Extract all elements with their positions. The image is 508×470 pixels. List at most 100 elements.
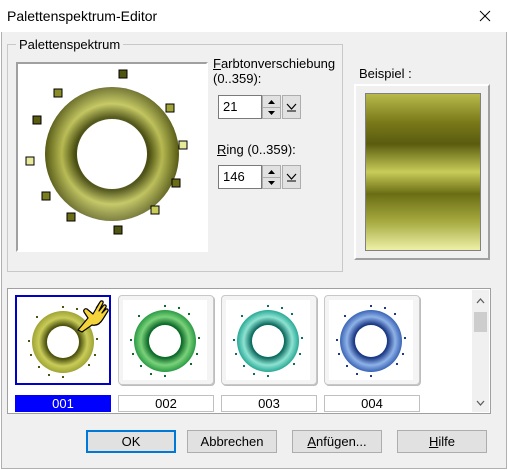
example-gradient bbox=[365, 93, 481, 251]
ring-handle-dot bbox=[267, 305, 269, 307]
dialog-client: Palettenspektrum Farbtonverschiebung (0.… bbox=[1, 32, 507, 469]
arrow-up-icon bbox=[268, 99, 275, 104]
help-mnemonic: H bbox=[428, 434, 439, 449]
ring-handle-dot bbox=[138, 315, 140, 317]
scroll-up-button[interactable] bbox=[472, 292, 489, 309]
help-button[interactable]: Hilfe bbox=[397, 430, 487, 453]
ring-handle-dot bbox=[130, 339, 132, 341]
palette-thumb[interactable] bbox=[324, 295, 420, 385]
title-bar: Palettenspektrum-Editor bbox=[0, 0, 508, 32]
palette-label[interactable]: 004 bbox=[324, 395, 420, 412]
ring-handle-dot bbox=[164, 305, 166, 307]
ring-handle-dot bbox=[235, 353, 237, 355]
ring-handle-dot bbox=[293, 363, 295, 365]
ring-handle-dot bbox=[396, 363, 398, 365]
append-button[interactable]: Anfügen... bbox=[292, 430, 382, 453]
ring-updown[interactable] bbox=[262, 165, 281, 189]
chevron-down-icon bbox=[476, 400, 485, 406]
ring-handle-dot bbox=[188, 313, 190, 315]
append-label-rest: nfügen... bbox=[316, 434, 367, 449]
ring-handle-dot bbox=[336, 339, 338, 341]
palette-scrollbar[interactable] bbox=[472, 290, 489, 412]
ring-handle-dot bbox=[301, 337, 303, 339]
palette-thumb[interactable] bbox=[221, 295, 317, 385]
ring-handle-dot bbox=[338, 353, 340, 355]
ring-down-button[interactable] bbox=[263, 177, 280, 188]
ring-mnemonic: R bbox=[217, 142, 227, 157]
palette-ring-image bbox=[226, 300, 310, 380]
palette-ring-image bbox=[329, 300, 413, 380]
ring-handle-dot bbox=[196, 353, 198, 355]
hue-shift-updown[interactable] bbox=[262, 95, 281, 119]
ring-handle-dot bbox=[94, 354, 96, 356]
pointing-hand-icon bbox=[74, 294, 114, 337]
ring-handle-dot bbox=[62, 376, 64, 378]
ring-handle-dot bbox=[140, 365, 142, 367]
ring-handle-dot bbox=[241, 315, 243, 317]
close-icon bbox=[479, 10, 491, 22]
chevron-down-icon bbox=[286, 173, 297, 181]
ring-dropdown-button[interactable] bbox=[282, 165, 301, 189]
ring-handle-dot bbox=[88, 364, 90, 366]
palette-ring-image bbox=[123, 300, 207, 380]
ring-handle-dot bbox=[96, 338, 98, 340]
ring-handle-dot bbox=[344, 315, 346, 317]
hue-shift-range: (0..359): bbox=[213, 71, 262, 86]
color-ring-preview bbox=[25, 69, 188, 235]
cancel-button[interactable]: Abbrechen bbox=[187, 430, 277, 453]
ring-input[interactable]: 146 bbox=[218, 165, 262, 189]
hue-shift-down-button[interactable] bbox=[263, 107, 280, 118]
ring-handle-dot bbox=[394, 313, 396, 315]
ring-handle-dot bbox=[370, 375, 372, 377]
hue-shift-label-rest: arbtonverschiebung bbox=[220, 56, 336, 71]
chevron-down-icon bbox=[286, 103, 297, 111]
arrow-down-icon bbox=[268, 110, 275, 115]
ring-handle-dot bbox=[346, 365, 348, 367]
hue-shift-input[interactable]: 21 bbox=[218, 95, 262, 119]
ok-button[interactable]: OK bbox=[86, 430, 176, 453]
palette-thumb[interactable] bbox=[118, 295, 214, 385]
ring-handle-dot bbox=[62, 306, 64, 308]
hue-shift-spinner[interactable]: 21 bbox=[218, 95, 304, 119]
close-button[interactable] bbox=[462, 0, 508, 32]
spectrum-groupbox: Palettenspektrum Farbtonverschiebung (0.… bbox=[7, 37, 343, 272]
ring-handle-dot bbox=[253, 373, 255, 375]
append-mnemonic: A bbox=[307, 434, 317, 449]
scroll-thumb[interactable] bbox=[474, 312, 487, 332]
scroll-down-button[interactable] bbox=[472, 394, 489, 411]
ring-handle-dot bbox=[291, 313, 293, 315]
ring-handle-dot bbox=[370, 305, 372, 307]
window-title: Palettenspektrum-Editor bbox=[7, 8, 158, 24]
ring-handle-dot bbox=[28, 340, 30, 342]
hue-shift-mnemonic: F bbox=[213, 56, 221, 71]
ring-handle-dot bbox=[178, 307, 180, 309]
hue-shift-dropdown-button[interactable] bbox=[282, 95, 301, 119]
ring-spinner[interactable]: 146 bbox=[218, 165, 304, 189]
ring-handle-dot bbox=[30, 354, 32, 356]
spectrum-preview[interactable] bbox=[16, 62, 208, 252]
palette-label[interactable]: 001 bbox=[15, 395, 111, 412]
ring-handle-dot bbox=[356, 373, 358, 375]
ring-handle-dot bbox=[267, 375, 269, 377]
ring-handle-dot bbox=[36, 316, 38, 318]
palette-label[interactable]: 003 bbox=[221, 395, 317, 412]
chevron-up-icon bbox=[476, 297, 485, 303]
ring-handle-dot bbox=[299, 353, 301, 355]
example-label: Beispiel : bbox=[359, 66, 412, 81]
hue-shift-label: Farbtonverschiebung (0..359): bbox=[213, 56, 335, 86]
arrow-down-icon bbox=[268, 180, 275, 185]
ring-handle-dot bbox=[190, 363, 192, 365]
ring-handle-dot bbox=[48, 374, 50, 376]
ring-handle-dot bbox=[402, 353, 404, 355]
ring-handle-dot bbox=[281, 307, 283, 309]
ring-handle-dot bbox=[384, 307, 386, 309]
ring-handle-dot bbox=[404, 337, 406, 339]
ring-label: Ring (0..359): bbox=[217, 142, 296, 157]
group-title: Palettenspektrum bbox=[16, 37, 124, 52]
arrow-up-icon bbox=[268, 169, 275, 174]
ring-handle-dot bbox=[233, 339, 235, 341]
ring-label-rest: ing (0..359): bbox=[226, 142, 296, 157]
palette-label[interactable]: 002 bbox=[118, 395, 214, 412]
ring-handle-dot bbox=[243, 365, 245, 367]
ring-handle-dot bbox=[132, 353, 134, 355]
